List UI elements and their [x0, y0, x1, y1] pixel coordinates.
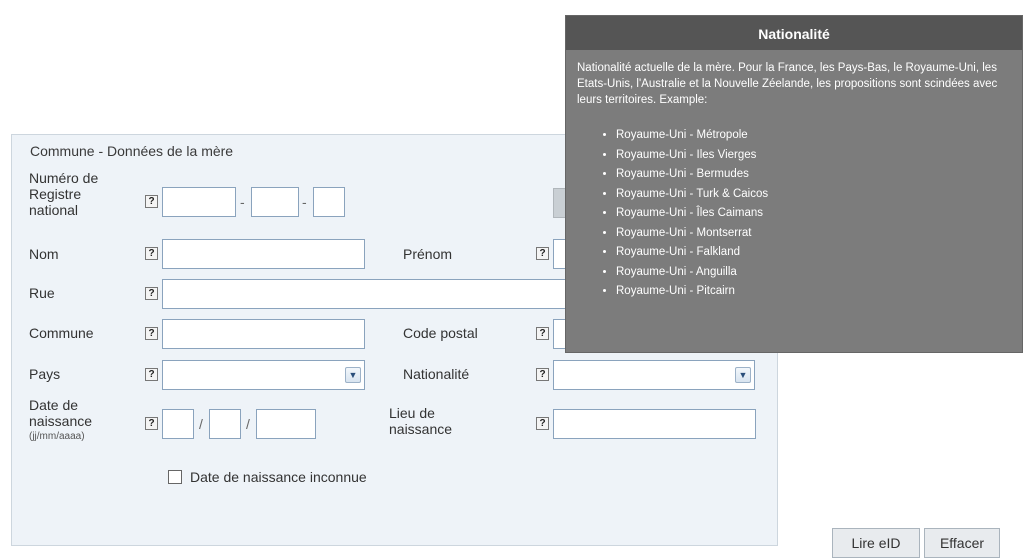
- help-icon[interactable]: ?: [145, 417, 158, 430]
- registre-label: Numéro de Registre national: [29, 170, 99, 218]
- help-icon[interactable]: ?: [536, 417, 549, 430]
- list-item: Royaume-Uni - Turk & Caicos: [616, 185, 1022, 205]
- help-icon[interactable]: ?: [145, 327, 158, 340]
- help-icon[interactable]: ?: [145, 287, 158, 300]
- lieu-naissance-input[interactable]: [553, 409, 756, 439]
- pays-select[interactable]: ▼: [162, 360, 365, 390]
- nationalite-select[interactable]: ▼: [553, 360, 755, 390]
- help-icon[interactable]: ?: [536, 247, 549, 260]
- effacer-button[interactable]: Effacer: [924, 528, 1000, 558]
- lieu-naissance-label: Lieu de naissance: [389, 405, 453, 437]
- help-icon[interactable]: ?: [536, 327, 549, 340]
- chevron-down-icon[interactable]: ▼: [345, 367, 361, 383]
- date-separator: /: [246, 416, 250, 432]
- lire-eid-button[interactable]: Lire eID: [832, 528, 920, 558]
- rue-label: Rue: [29, 285, 55, 301]
- panel-title: Commune - Données de la mère: [30, 143, 234, 159]
- date-separator: /: [199, 416, 203, 432]
- code-postal-label: Code postal: [403, 325, 478, 341]
- birth-month-input[interactable]: [209, 409, 241, 439]
- list-item: Royaume-Uni - Pitcairn: [616, 282, 1022, 302]
- date-format-hint: (jj/mm/aaaa): [29, 431, 85, 442]
- commune-input[interactable]: [162, 319, 365, 349]
- prenom-label: Prénom: [403, 246, 453, 262]
- registre-separator: -: [240, 194, 245, 210]
- chevron-down-icon[interactable]: ▼: [735, 367, 751, 383]
- birth-day-input[interactable]: [162, 409, 194, 439]
- registre-separator: -: [302, 194, 307, 210]
- help-icon[interactable]: ?: [145, 195, 158, 208]
- nationalite-label: Nationalité: [403, 366, 470, 382]
- nationalite-tooltip: Nationalité Nationalité actuelle de la m…: [565, 15, 1023, 353]
- list-item: Royaume-Uni - Falkland: [616, 243, 1022, 263]
- date-inconnue-checkbox[interactable]: [168, 470, 182, 484]
- birth-year-input[interactable]: [256, 409, 316, 439]
- commune-label: Commune: [29, 325, 94, 341]
- list-item: Royaume-Uni - Îles Caimans: [616, 204, 1022, 224]
- registre-part1-input[interactable]: [162, 187, 236, 217]
- help-icon[interactable]: ?: [536, 368, 549, 381]
- registre-part3-input[interactable]: [313, 187, 345, 217]
- help-icon[interactable]: ?: [145, 368, 158, 381]
- registre-part2-input[interactable]: [251, 187, 299, 217]
- rue-input[interactable]: [162, 279, 577, 309]
- tooltip-text: Nationalité actuelle de la mère. Pour la…: [577, 62, 998, 106]
- date-naissance-label: Date de naissance (jj/mm/aaaa): [29, 397, 129, 445]
- list-item: Royaume-Uni - Montserrat: [616, 224, 1022, 244]
- list-item: Royaume-Uni - Iles Vierges: [616, 146, 1022, 166]
- list-item: Royaume-Uni - Bermudes: [616, 165, 1022, 185]
- tooltip-title: Nationalité: [566, 16, 1022, 50]
- tooltip-examples-list: Royaume-Uni - Métropole Royaume-Uni - Il…: [566, 126, 1022, 302]
- list-item: Royaume-Uni - Anguilla: [616, 263, 1022, 283]
- nom-input[interactable]: [162, 239, 365, 269]
- date-naissance-text: Date de naissance: [29, 397, 93, 429]
- list-item: Royaume-Uni - Métropole: [616, 126, 1022, 146]
- nom-label: Nom: [29, 246, 59, 262]
- pays-label: Pays: [29, 366, 61, 382]
- help-icon[interactable]: ?: [145, 247, 158, 260]
- date-inconnue-label[interactable]: Date de naissance inconnue: [190, 469, 367, 485]
